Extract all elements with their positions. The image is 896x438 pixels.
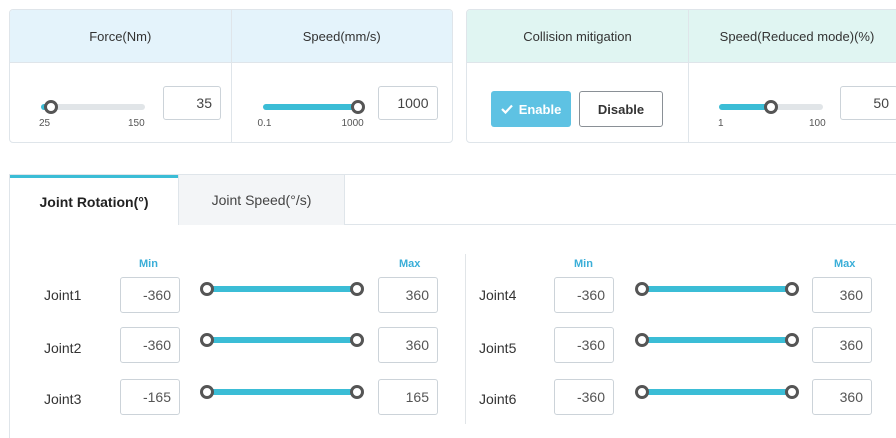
force-speed-header: Force(Nm) Speed(mm/s) (10, 10, 452, 62)
joint6-min-handle[interactable] (635, 385, 649, 399)
speed-min-label: 0.1 (257, 118, 272, 129)
joint5-range-slider[interactable] (642, 337, 792, 343)
speed-slider-handle[interactable] (350, 100, 365, 114)
tab-joint-speed[interactable]: Joint Speed(°/s) (178, 175, 345, 225)
force-min-label: 25 (39, 118, 51, 129)
joint3-label: Joint3 (44, 391, 82, 407)
collision-cell: Enable Disable (467, 63, 688, 142)
joint6-label: Joint6 (479, 391, 517, 407)
joint4-min-input[interactable]: -360 (554, 277, 614, 313)
max-header-right: Max (834, 258, 856, 270)
joint2-min-handle[interactable] (200, 333, 214, 347)
force-speed-body: 25 150 35 0.1 1000 1000 (10, 62, 452, 142)
joint5-min-handle[interactable] (635, 333, 649, 347)
joint2-min-input[interactable]: -360 (120, 327, 180, 363)
force-slider[interactable] (41, 100, 145, 114)
speed-cell: 0.1 1000 1000 (230, 63, 453, 142)
joint5-label: Joint5 (479, 340, 517, 356)
speed-max-label: 1000 (341, 118, 364, 129)
force-cell: 25 150 35 (10, 63, 231, 142)
joint3-range-slider[interactable] (207, 389, 357, 395)
joint2-max-input[interactable]: 360 (378, 327, 438, 363)
joint1-range-slider[interactable] (207, 286, 357, 292)
speed-slider[interactable] (262, 100, 365, 114)
joint1-min-input[interactable]: -360 (120, 277, 180, 313)
speed-input[interactable]: 1000 (377, 86, 438, 120)
collision-header: Collision mitigation Speed(Reduced mode)… (467, 10, 896, 62)
collision-body: Enable Disable 1 100 50 (467, 62, 896, 142)
collision-mitigation-header: Collision mitigation (523, 28, 632, 44)
force-slider-handle[interactable] (44, 100, 59, 114)
joint4-range-slider[interactable] (642, 286, 792, 292)
reduced-speed-max-label: 100 (809, 118, 826, 129)
joint2-range-slider[interactable] (207, 337, 357, 343)
joint6-max-input[interactable]: 360 (812, 379, 872, 415)
speed-slider-fill (262, 104, 358, 110)
joint3-max-input[interactable]: 165 (378, 379, 438, 415)
joint1-max-handle[interactable] (350, 282, 364, 296)
force-max-label: 150 (128, 118, 145, 129)
joint4-min-handle[interactable] (635, 282, 649, 296)
tab-joint-rotation[interactable]: Joint Rotation(°) (10, 175, 178, 226)
joint4-label: Joint4 (479, 287, 517, 303)
joint3-min-handle[interactable] (200, 385, 214, 399)
min-header-right: Min (574, 258, 593, 270)
check-icon (500, 104, 513, 114)
joint3-min-input[interactable]: -165 (120, 379, 180, 415)
joint5-max-handle[interactable] (785, 333, 799, 347)
max-header-left: Max (399, 258, 421, 270)
enable-button[interactable]: Enable (491, 91, 571, 127)
joint6-min-input[interactable]: -360 (554, 379, 614, 415)
enable-label: Enable (518, 101, 562, 117)
joint2-label: Joint2 (44, 340, 82, 356)
joint4-max-handle[interactable] (785, 282, 799, 296)
joint1-min-handle[interactable] (200, 282, 214, 296)
joint5-min-input[interactable]: -360 (554, 327, 614, 363)
reduced-speed-header: Speed(Reduced mode)(%) (688, 10, 896, 62)
min-header-left: Min (139, 258, 158, 270)
reduced-speed-slider-handle[interactable] (764, 100, 778, 114)
force-speed-panel: Force(Nm) Speed(mm/s) 25 150 35 0.1 1000… (9, 9, 453, 143)
force-header: Force(Nm) (89, 28, 152, 44)
joint1-label: Joint1 (44, 287, 82, 303)
speed-header: Speed(mm/s) (230, 10, 453, 62)
disable-button[interactable]: Disable (579, 91, 663, 127)
joint4-max-input[interactable]: 360 (812, 277, 872, 313)
reduced-speed-cell: 1 100 50 (688, 63, 896, 142)
reduced-speed-min-label: 1 (718, 118, 724, 129)
joint3-max-handle[interactable] (350, 385, 364, 399)
joint5-max-input[interactable]: 360 (812, 327, 872, 363)
joint6-range-slider[interactable] (642, 389, 792, 395)
reduced-speed-slider[interactable] (719, 100, 823, 114)
collision-panel: Collision mitigation Speed(Reduced mode)… (466, 9, 896, 143)
joint1-max-input[interactable]: 360 (378, 277, 438, 313)
reduced-speed-input[interactable]: 50 (840, 86, 896, 120)
joint-tab-bar: Joint Rotation(°) Joint Speed(°/s) (10, 175, 896, 226)
joint6-max-handle[interactable] (785, 385, 799, 399)
joint2-max-handle[interactable] (350, 333, 364, 347)
column-divider (465, 254, 466, 424)
force-input[interactable]: 35 (163, 86, 221, 120)
